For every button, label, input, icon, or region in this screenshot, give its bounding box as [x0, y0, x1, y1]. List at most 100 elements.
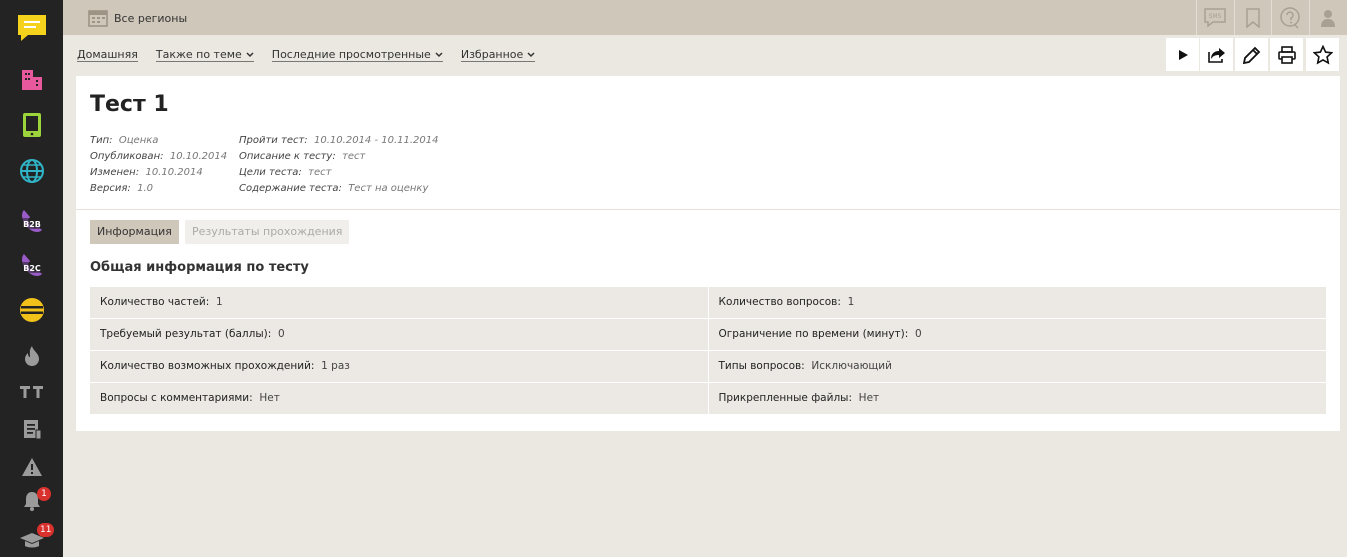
nav-home-label: Домашняя — [77, 48, 138, 61]
sms-button[interactable]: SMS — [1196, 0, 1233, 35]
flame-icon — [24, 346, 39, 366]
meta-description: Описание к тесту: тест — [239, 149, 439, 165]
chevron-down-icon — [435, 51, 443, 57]
meta-label: Изменен: — [90, 167, 140, 178]
info-value: Нет — [259, 392, 280, 404]
edit-icon — [1242, 46, 1260, 64]
info-cell: Количество возможных прохождений: 1 раз — [90, 351, 708, 382]
favorite-button[interactable] — [1306, 38, 1339, 71]
meta-content: Содержание теста: Тест на оценку — [239, 181, 439, 197]
nav-favorites-label: Избранное — [460, 48, 524, 61]
tablet-icon — [22, 113, 41, 137]
globe-icon — [19, 159, 44, 183]
nav-home-link[interactable]: Домашняя — [77, 48, 138, 62]
document-icon — [23, 420, 41, 440]
meta-label: Цели теста: — [239, 167, 302, 178]
tab-information[interactable]: Информация — [90, 220, 179, 244]
info-cell: Количество частей: 1 — [90, 287, 708, 318]
meta-type: Тип: Оценка — [90, 133, 227, 149]
top-bar: Все регионы SMS — [63, 0, 1347, 35]
meta-label: Описание к тесту: — [239, 151, 336, 162]
info-cell: Типы вопросов: Исключающий — [708, 351, 1326, 382]
meta-test-period: Пройти тест: 10.10.2014 - 10.11.2014 — [239, 133, 439, 149]
info-label: Вопросы с комментариями: — [100, 392, 253, 404]
nav-related-label: Также по теме — [155, 48, 242, 61]
info-table: Количество частей: 1 Количество вопросов… — [90, 287, 1326, 415]
meta-value: Тест на оценку — [348, 183, 429, 194]
meta-modified: Изменен: 10.10.2014 — [90, 165, 227, 181]
warning-icon — [21, 458, 42, 476]
sidebar-item-notifications[interactable]: 1 — [0, 479, 63, 523]
equals-circle-icon — [19, 298, 44, 322]
sidebar-item-b2c[interactable]: B2C — [0, 243, 63, 287]
chat-icon — [17, 15, 46, 41]
sidebar-item-b2b[interactable]: B2B — [0, 199, 63, 243]
nav-recent-label: Последние просмотренные — [271, 48, 431, 61]
info-value: 0 — [277, 328, 285, 340]
chevron-down-icon — [527, 51, 535, 57]
edit-button[interactable] — [1235, 38, 1268, 71]
nav-favorites-dropdown[interactable]: Избранное — [460, 48, 536, 62]
region-selector[interactable]: Все регионы — [88, 8, 187, 28]
meta-right: Пройти тест: 10.10.2014 - 10.11.2014 Опи… — [239, 133, 439, 197]
user-menu-button[interactable] — [1309, 0, 1346, 35]
info-label: Требуемый результат (баллы): — [100, 328, 272, 340]
sidebar-item-buildings[interactable] — [0, 58, 63, 102]
sidebar-item-learning[interactable]: 11 — [0, 518, 63, 557]
print-button[interactable] — [1270, 38, 1303, 71]
share-button[interactable] — [1200, 38, 1233, 71]
divider — [76, 209, 1340, 210]
meta-published: Опубликован: 10.10.2014 — [90, 149, 227, 165]
info-cell: Ограничение по времени (минут): 0 — [708, 319, 1326, 350]
page-title: Тест 1 — [90, 92, 169, 117]
meta-value: Оценка — [118, 135, 159, 146]
sidebar-item-beeline[interactable] — [0, 288, 63, 332]
sms-icon: SMS — [1204, 7, 1226, 28]
info-label: Ограничение по времени (минут): — [718, 328, 909, 340]
b2b-label: B2B — [23, 220, 41, 229]
sidebar-item-internet[interactable] — [0, 149, 63, 193]
play-icon — [1178, 49, 1188, 60]
start-test-button[interactable] — [1166, 38, 1199, 71]
sidebar-item-mobile[interactable] — [0, 103, 63, 147]
meta-value: тест — [342, 151, 366, 162]
sidebar-item-chat[interactable] — [0, 6, 63, 50]
info-label: Типы вопросов: — [718, 360, 805, 372]
info-value: 1 — [215, 296, 223, 308]
info-cell: Количество вопросов: 1 — [708, 287, 1326, 318]
meta-label: Версия: — [90, 183, 131, 194]
info-label: Прикрепленные файлы: — [718, 392, 852, 404]
meta-label: Опубликован: — [90, 151, 164, 162]
table-row: Количество возможных прохождений: 1 раз … — [90, 351, 1326, 382]
meta-label: Тип: — [90, 135, 113, 146]
nav-related-dropdown[interactable]: Также по теме — [155, 48, 254, 62]
info-value: 0 — [914, 328, 922, 340]
info-value: Нет — [858, 392, 880, 404]
bookmarks-button[interactable] — [1234, 0, 1271, 35]
table-row: Требуемый результат (баллы): 0 Ограничен… — [90, 319, 1326, 350]
meta-goals: Цели теста: тест — [239, 165, 439, 181]
tab-results[interactable]: Результаты прохождения — [185, 220, 350, 244]
info-value: 1 раз — [321, 360, 350, 372]
meta-label: Содержание теста: — [239, 183, 342, 194]
bookmark-icon — [1246, 7, 1260, 28]
notifications-badge: 1 — [37, 487, 51, 501]
table-row: Количество частей: 1 Количество вопросов… — [90, 287, 1326, 318]
tt-icon — [19, 386, 43, 398]
meta-label: Пройти тест: — [239, 135, 308, 146]
share-icon — [1207, 47, 1225, 63]
table-row: Вопросы с комментариями: Нет Прикрепленн… — [90, 383, 1326, 414]
chevron-down-icon — [246, 51, 254, 57]
help-button[interactable] — [1271, 0, 1308, 35]
breadcrumb-nav: Домашняя Также по теме Последние просмот… — [77, 46, 553, 64]
user-icon — [1321, 9, 1335, 27]
print-icon — [1277, 45, 1296, 64]
region-label: Все регионы — [114, 11, 188, 25]
meta-left: Тип: Оценка Опубликован: 10.10.2014 Изме… — [90, 133, 227, 197]
star-icon — [1312, 44, 1333, 64]
help-icon — [1280, 6, 1300, 29]
section-title: Общая информация по тесту — [90, 260, 309, 275]
sidebar: B2B B2C 1 11 — [0, 0, 63, 557]
meta-value: 10.10.2014 - 10.11.2014 — [314, 135, 439, 146]
nav-recent-dropdown[interactable]: Последние просмотренные — [271, 48, 443, 62]
